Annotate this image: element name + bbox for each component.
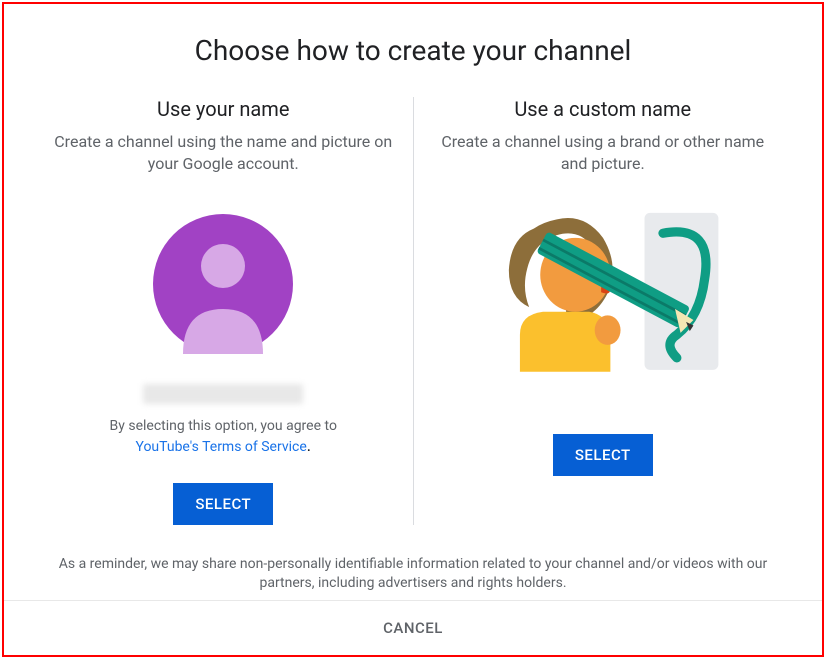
tos-agreement: By selecting this option, you agree to Y… [110,418,337,455]
footer-disclaimer: As a reminder, we may share non-personal… [53,555,773,594]
cancel-button[interactable]: CANCEL [383,619,443,637]
option-right-title: Use a custom name [514,97,691,121]
person-drawing-icon [483,189,723,379]
cancel-bar: CANCEL [4,600,822,655]
option-right-description: Create a channel using a brand or other … [434,131,773,176]
options-row: Use your name Create a channel using the… [34,97,792,525]
option-use-your-name: Use your name Create a channel using the… [34,97,413,525]
option-use-custom-name: Use a custom name Create a channel using… [414,97,793,525]
dialog-content: Choose how to create your channel Use yo… [4,4,822,600]
google-account-name-blurred [143,384,303,404]
option-left-title: Use your name [157,97,289,121]
avatar-illustration [103,194,343,374]
select-custom-name-button[interactable]: SELECT [553,434,653,476]
agree-text: By selecting this option, you agree to [110,418,337,434]
default-avatar-icon [153,214,293,354]
select-use-your-name-button[interactable]: SELECT [173,483,273,525]
dialog-title: Choose how to create your channel [195,34,632,67]
tos-period: . [307,436,311,455]
custom-name-illustration [483,194,723,374]
create-channel-dialog: Choose how to create your channel Use yo… [2,2,824,657]
tos-link[interactable]: YouTube's Terms of Service [135,439,306,455]
option-left-description: Create a channel using the name and pict… [54,131,393,176]
